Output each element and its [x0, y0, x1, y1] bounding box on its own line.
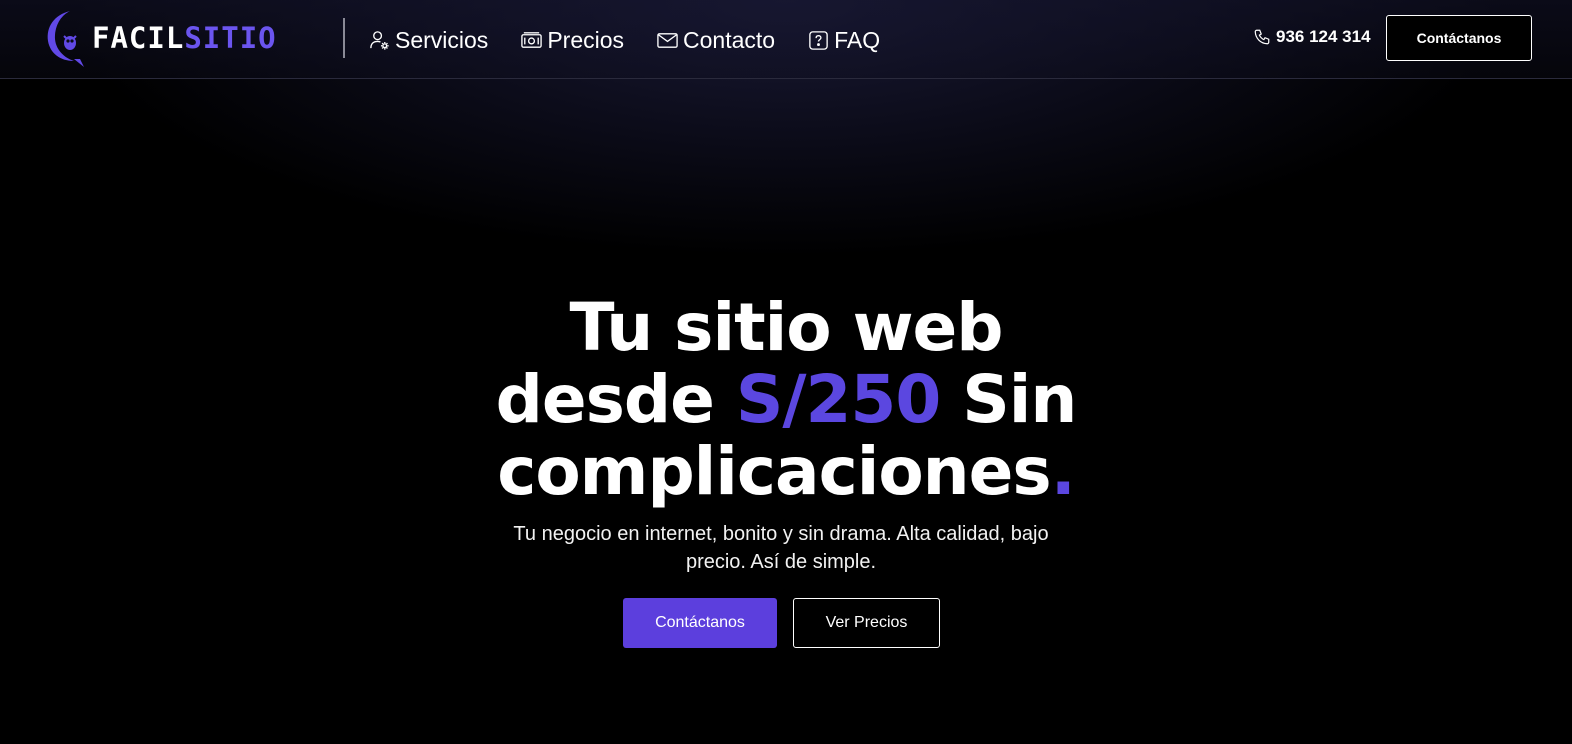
phone-icon: [1254, 29, 1270, 45]
hero-title-desde: desde: [495, 361, 736, 438]
hero-prices-button[interactable]: Ver Precios: [793, 598, 940, 648]
hero-title-sin: Sin: [940, 361, 1077, 438]
envelope-icon: [657, 32, 678, 48]
nav-label-servicios: Servicios: [395, 26, 489, 53]
nav-item-faq[interactable]: FAQ: [807, 27, 880, 54]
nav-label-contacto: Contacto: [683, 26, 776, 53]
brand-name-part1: FACIL: [92, 21, 185, 55]
phone-number: 936 124 314: [1276, 27, 1371, 46]
hero-contact-button[interactable]: Contáctanos: [623, 598, 777, 648]
question-square-icon: [809, 30, 828, 50]
nav-label-precios: Precios: [547, 26, 625, 53]
header-contact-button[interactable]: Contáctanos: [1386, 15, 1532, 61]
brand-wordmark: FACILSITIO: [92, 23, 277, 53]
site-header: FACILSITIO Servicios Precios Contacto FA…: [0, 0, 1572, 79]
user-gear-icon: [370, 30, 389, 50]
hero-title-price: S/250: [735, 361, 941, 438]
nav-label-faq: FAQ: [834, 26, 881, 53]
nav-item-contacto[interactable]: Contacto: [656, 27, 775, 54]
hero-subtitle: Tu negocio en internet, bonito y sin dra…: [513, 523, 1049, 573]
hero-title: Tu sitio web desde S/250 Sin complicacio…: [436, 292, 1136, 508]
nav-item-precios[interactable]: Precios: [520, 27, 624, 54]
header-divider: [343, 18, 345, 58]
brand-logo[interactable]: FACILSITIO: [44, 9, 294, 67]
main-nav: Servicios Precios Contacto FAQ: [368, 22, 912, 58]
brand-name-part2: SITIO: [184, 21, 277, 55]
hero-title-line1: Tu sitio web: [569, 289, 1003, 366]
money-bill-icon: [521, 31, 543, 48]
header-phone[interactable]: 936 124 314: [1253, 27, 1371, 47]
hero-title-dot: .: [1050, 433, 1076, 510]
hero-title-line3: complicaciones: [497, 433, 1052, 510]
page: FACILSITIO Servicios Precios Contacto FA…: [0, 0, 1572, 744]
nav-item-servicios[interactable]: Servicios: [368, 27, 488, 54]
moon-owl-logo-icon: [47, 11, 84, 67]
